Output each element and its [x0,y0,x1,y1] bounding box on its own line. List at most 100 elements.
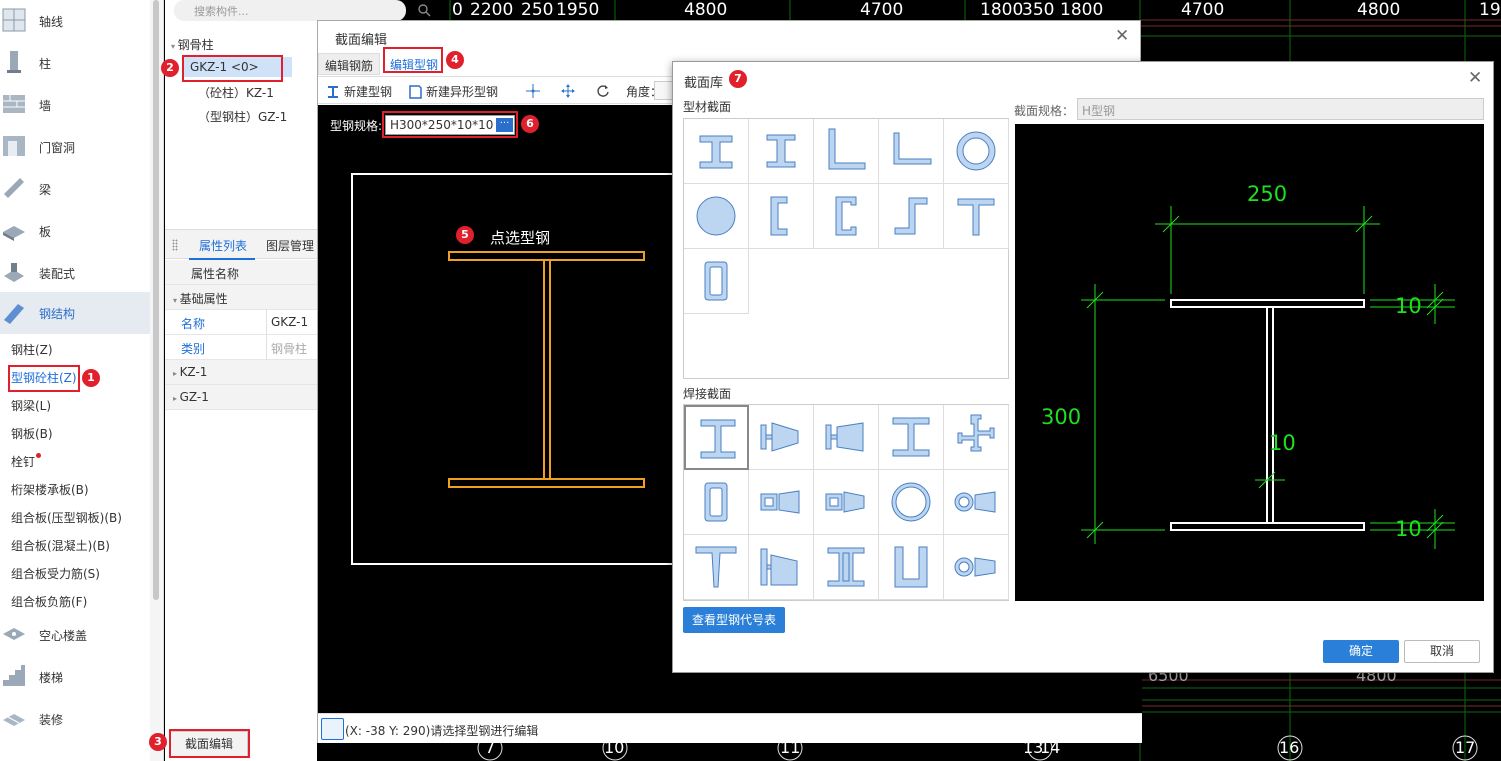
section-cell-rect-tube[interactable] [684,249,749,314]
welded-cell-t[interactable] [684,535,749,600]
property-group-gz1[interactable]: ▸ GZ-1 [165,385,317,410]
cancel-button[interactable]: 取消 [1404,640,1480,663]
welded-cell-tapered-box[interactable] [749,470,814,535]
welded-cell-tapered-pipe2[interactable] [944,535,1009,600]
property-group-label: ▾ 基础属性 [173,290,228,307]
nav-steel-structure[interactable]: 钢结构 [0,292,150,334]
tree-root[interactable]: ▾ 钢骨柱 [171,36,214,53]
annotation-badge-3: 3 [149,733,167,751]
pipe-icon [956,131,996,171]
nav-axis[interactable]: 轴线 [0,0,150,42]
nav-slab[interactable]: 板 [0,210,150,252]
welded-cell-cross[interactable] [944,405,1009,470]
welded-cell-double-i[interactable] [814,535,879,600]
h-steel-section[interactable] [448,251,645,488]
search-icon[interactable] [417,3,431,17]
sub-item-steel-beam[interactable]: 钢梁(L) [11,397,51,414]
t-section-icon [957,198,995,236]
section-cell-angle[interactable] [814,119,879,184]
beam-icon [4,178,24,198]
tab-layer-manager[interactable]: 图层管理 [266,237,314,254]
nav-beam[interactable]: 梁 [0,168,150,210]
search-input[interactable]: 搜索构件... [174,0,406,21]
section-cell-angle2[interactable] [879,119,944,184]
welded-cell-tapered-box2[interactable] [814,470,879,535]
window-title: 截面编辑 [335,33,388,48]
section-drawing [351,173,678,565]
cad-dim: 19 [1479,0,1501,20]
double-i-icon [827,547,865,587]
nav-label: 门窗洞 [39,141,76,155]
tab-edit-rebar[interactable]: 编辑钢筋 [318,53,381,75]
nav-stairs[interactable]: 楼梯 [0,656,150,698]
section-cell-i2[interactable] [749,119,814,184]
section-cell-pipe[interactable] [944,119,1009,184]
nav-wall[interactable]: 墙 [0,84,150,126]
property-group-basic[interactable]: ▾ 基础属性 [165,285,317,310]
nav-label: 板 [39,225,52,239]
point-icon[interactable] [526,84,540,98]
nav-prefab[interactable]: 装配式 [0,252,150,294]
welded-cell-pipe[interactable] [879,470,944,535]
welded-cell-tapered-pipe[interactable] [944,470,1009,535]
round-bar-icon [696,196,736,236]
tab-property-list[interactable]: 属性列表 [199,237,247,254]
nav-decoration[interactable]: 装修 [0,698,150,740]
section-cell-z[interactable] [879,184,944,249]
sub-item-steel-plate[interactable]: 钢板(B) [11,425,53,442]
coordinate-icon[interactable] [321,718,344,740]
move-icon[interactable] [561,84,575,98]
sub-item-steel-column[interactable]: 钢柱(Z) [11,341,53,358]
angle-input[interactable] [654,81,674,100]
new-steel-button[interactable]: 新建型钢 [326,83,392,100]
sub-item-main-rebar[interactable]: 组合板受力筋(S) [11,565,100,582]
property-group-label: ▸ GZ-1 [173,390,209,404]
new-special-steel-button[interactable]: 新建异形型钢 [408,83,498,100]
section-cell-round[interactable] [684,184,749,249]
property-header-label: 属性名称 [191,267,240,281]
nav-hollow-floor[interactable]: 空心楼盖 [0,614,150,656]
cad-dim: 1950 [556,0,600,20]
section-cell-channel2[interactable] [814,184,879,249]
view-code-table-button[interactable]: 查看型钢代号表 [683,607,785,633]
annotation-box-3 [169,729,250,758]
close-icon[interactable]: ✕ [1468,70,1482,87]
section-cell-t[interactable] [944,184,1009,249]
h-beam-icon [700,419,736,459]
ok-button[interactable]: 确定 [1323,640,1399,663]
welded-cell-h[interactable] [684,405,749,470]
axis-label: 17 [1455,738,1476,757]
drag-grip-icon[interactable] [172,239,178,251]
welded-cell-box[interactable] [684,470,749,535]
section-cell-channel[interactable] [749,184,814,249]
welded-cell-tapered-h2[interactable] [814,405,879,470]
nav-column[interactable]: 柱 [0,42,150,84]
tree-item-kz1[interactable]: （砼柱）KZ-1 [198,84,274,101]
cad-dim: 2200 [470,0,514,20]
welded-cell-tapered-t[interactable] [749,535,814,600]
welded-cell-u[interactable] [879,535,944,600]
property-group-kz1[interactable]: ▸ KZ-1 [165,360,317,385]
slab-icon [3,226,25,241]
rotate-icon[interactable] [596,84,610,98]
sidebar-scroll-thumb[interactable] [153,0,159,600]
sub-item-label: 栓钉 [11,455,36,469]
steel-structure-icon [4,304,24,324]
sub-item-composite-concrete[interactable]: 组合板(混凝土)(B) [11,537,110,554]
annotation-box-2 [182,55,283,82]
sub-item-neg-rebar[interactable]: 组合板负筋(F) [11,593,87,610]
angle-icon [893,132,932,165]
cad-dim: 1800 [980,0,1024,20]
sub-item-composite-deck[interactable]: 组合板(压型钢板)(B) [11,509,122,526]
close-icon[interactable]: ✕ [1115,28,1129,45]
sub-item-stud[interactable]: 栓钉 [11,453,42,470]
property-row-type: 类别 钢骨柱 [165,335,317,360]
section-cell-i[interactable] [684,119,749,184]
tree-item-gz1[interactable]: （型钢柱）GZ-1 [198,108,287,125]
property-row-name: 名称 GKZ-1 [165,310,317,335]
nav-door-window[interactable]: 门窗洞 [0,126,150,168]
welded-cell-tapered-h[interactable] [749,405,814,470]
property-value-input[interactable]: GKZ-1 [266,310,317,335]
welded-cell-i[interactable] [879,405,944,470]
sub-item-truss-deck[interactable]: 桁架楼承板(B) [11,481,89,498]
